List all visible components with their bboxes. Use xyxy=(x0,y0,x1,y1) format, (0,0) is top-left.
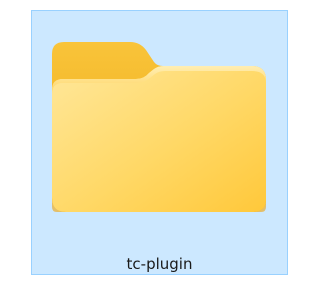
folder-icon xyxy=(52,42,266,212)
file-explorer-view: tc-plugin xyxy=(0,0,307,293)
folder-name-label: tc-plugin xyxy=(126,255,193,273)
